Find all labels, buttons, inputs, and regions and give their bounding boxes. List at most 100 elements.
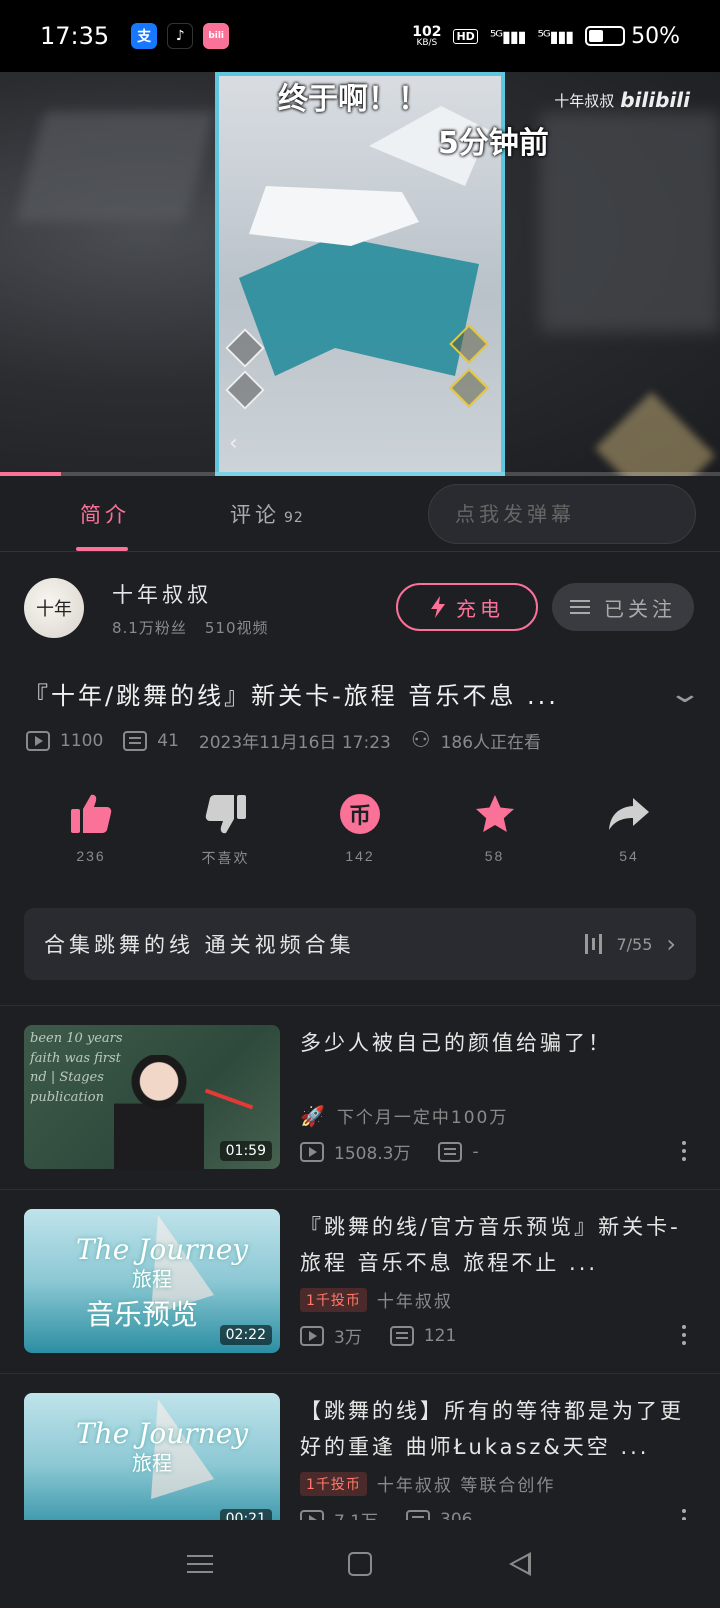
menu-icon xyxy=(187,1555,213,1573)
signal-icon: ⁵ᴳ▮▮▮ xyxy=(537,26,574,46)
danmaku-comment: 5分钟前 xyxy=(438,126,549,161)
tiktok-icon: ♪ xyxy=(167,23,194,49)
arrow-icon xyxy=(204,1088,254,1110)
video-duration: 00:21 xyxy=(219,1509,272,1520)
dislike-button[interactable]: 不喜欢 xyxy=(179,792,273,872)
system-nav-bar xyxy=(0,1520,720,1608)
game-hud-icon xyxy=(225,370,265,410)
uploader-name: 十年叔叔 xyxy=(112,582,212,607)
bilibili-icon: bili xyxy=(203,23,230,49)
video-watermark: 十年叔叔 bilibili xyxy=(554,88,690,112)
video-duration: 01:59 xyxy=(219,1141,272,1161)
watching-count: 186人正在看 xyxy=(440,733,542,753)
list-item[interactable]: The Journey 旅程 音乐预览 02:22 『跳舞的线/官方音乐预览』新… xyxy=(24,1209,696,1353)
battery-icon xyxy=(585,26,626,46)
video-duration: 02:22 xyxy=(219,1325,272,1345)
danmaku-comment: 终于啊！！ xyxy=(278,82,428,117)
more-options-icon[interactable] xyxy=(682,1509,686,1520)
bilibili-logo: bilibili xyxy=(620,88,690,112)
danmaku-count: 41 xyxy=(157,730,179,751)
star-icon xyxy=(474,792,516,836)
coin-badge: 1千投币 xyxy=(300,1287,367,1312)
game-back-icon: ‹ xyxy=(229,431,238,456)
divider xyxy=(0,1189,720,1190)
uploader-row: 十年 十年叔叔 8.1万粉丝 510视频 充电 已关注 xyxy=(24,578,696,638)
game-hud-icon xyxy=(225,328,265,368)
alipay-icon: 支 xyxy=(131,23,158,49)
chevron-right-icon: › xyxy=(666,930,676,958)
back-icon xyxy=(509,1552,531,1576)
danmaku-input[interactable] xyxy=(429,485,695,543)
rec-title: 『跳舞的线/官方音乐预览』新关卡-旅程 音乐不息 旅程不止 ... xyxy=(300,1215,681,1275)
battery-indicator: 50% xyxy=(585,24,680,49)
publish-date: 2023年11月16日 17:23 xyxy=(198,733,391,753)
status-bar: 17:35 支 ♪ bili 102 KB/S HD ⁵ᴳ▮▮▮ ⁵ᴳ▮▮▮ 5… xyxy=(0,0,720,72)
danmaku-count-icon xyxy=(389,1325,414,1346)
share-icon xyxy=(607,792,651,836)
tab-intro[interactable]: 简介 xyxy=(76,499,130,551)
list-item[interactable]: The Journey 旅程 00:21 【跳舞的线】所有的等待都是为了更好的重… xyxy=(24,1393,696,1520)
play-count-icon xyxy=(300,1141,324,1162)
thumbs-up-icon xyxy=(69,792,113,836)
action-bar: 236 不喜欢 币 142 58 54 xyxy=(24,792,696,872)
menu-icon xyxy=(570,600,590,614)
collection-title: 合集跳舞的线 通关视频合集 xyxy=(44,933,355,957)
rocket-icon: 🚀 xyxy=(300,1103,327,1128)
people-icon: ⚇ xyxy=(410,728,431,753)
video-title-row[interactable]: 『十年/跳舞的线』新关卡-旅程 音乐不息 ... ⌄ xyxy=(24,676,703,711)
collection-position: 7/55 xyxy=(616,934,653,954)
avatar[interactable]: 十年 xyxy=(24,578,84,638)
video-title: 『十年/跳舞的线』新关卡-旅程 音乐不息 ... xyxy=(24,682,559,710)
rec-author: 十年叔叔 等联合创作 xyxy=(376,1476,556,1496)
danmaku-count-icon xyxy=(123,730,148,751)
tab-comments[interactable]: 评论 92 xyxy=(230,499,304,529)
video-thumbnail[interactable]: The Journey 旅程 音乐预览 02:22 xyxy=(24,1209,280,1353)
playlist-icon xyxy=(585,934,603,954)
collection-card[interactable]: 合集跳舞的线 通关视频合集 7/55 › xyxy=(24,908,696,980)
like-button[interactable]: 236 xyxy=(44,792,138,872)
nav-back-button[interactable] xyxy=(495,1539,545,1589)
share-button[interactable]: 54 xyxy=(582,792,676,872)
more-options-icon[interactable] xyxy=(682,1325,686,1345)
video-count: 510视频 xyxy=(204,618,269,637)
coin-icon: 币 xyxy=(340,792,380,836)
uploader-info[interactable]: 十年叔叔 8.1万粉丝 510视频 xyxy=(112,579,269,638)
status-indicators: 102 KB/S HD ⁵ᴳ▮▮▮ ⁵ᴳ▮▮▮ 50% xyxy=(412,24,680,49)
favorite-button[interactable]: 58 xyxy=(448,792,542,872)
nav-home-button[interactable] xyxy=(335,1539,385,1589)
more-options-icon[interactable] xyxy=(682,1141,686,1161)
danmaku-count-icon xyxy=(438,1141,463,1162)
danmaku-input-box: 弹 xyxy=(428,484,696,544)
rec-title: 多少人被自己的颜值给骗了！ xyxy=(300,1031,612,1055)
danmaku-count-icon xyxy=(406,1509,431,1520)
video-player[interactable]: ‹ 终于啊！！ 5分钟前 十年叔叔 bilibili xyxy=(0,72,720,476)
rec-author: 十年叔叔 xyxy=(376,1292,453,1312)
view-count: 1100 xyxy=(60,730,104,751)
thumbs-down-icon xyxy=(204,792,248,836)
hd-voice-icon: HD xyxy=(453,28,478,44)
status-app-icons: 支 ♪ bili xyxy=(131,23,230,49)
charge-button[interactable]: 充电 xyxy=(396,583,538,631)
coin-badge: 1千投币 xyxy=(300,1471,367,1496)
chevron-down-icon[interactable]: ⌄ xyxy=(668,679,703,709)
rec-title: 【跳舞的线】所有的等待都是为了更好的重逢 曲师Łukasz&天空 ... xyxy=(300,1399,684,1459)
fans-count: 8.1万粉丝 xyxy=(112,618,187,637)
net-speed: 102 KB/S xyxy=(412,23,442,48)
list-item[interactable]: been 10 years faith was first nd | Stage… xyxy=(24,1025,696,1169)
status-time: 17:35 xyxy=(40,22,110,50)
list-clip: The Journey 旅程 00:21 【跳舞的线】所有的等待都是为了更好的重… xyxy=(0,1393,720,1520)
uploader-meta: 8.1万粉丝 510视频 xyxy=(112,617,269,638)
video-stats: 1100 41 2023年11月16日 17:23 ⚇ 186人正在看 xyxy=(26,728,541,753)
play-count-icon xyxy=(300,1509,324,1520)
signal-icon: ⁵ᴳ▮▮▮ xyxy=(489,26,527,46)
home-icon xyxy=(348,1552,372,1576)
play-count-icon xyxy=(26,730,50,751)
play-count-icon xyxy=(300,1325,324,1346)
video-thumbnail[interactable]: been 10 years faith was first nd | Stage… xyxy=(24,1025,280,1169)
rec-subtitle: 下个月一定中100万 xyxy=(336,1108,509,1128)
nav-menu-button[interactable] xyxy=(175,1539,225,1589)
divider xyxy=(0,1005,720,1006)
follow-button[interactable]: 已关注 xyxy=(552,583,694,631)
coin-button[interactable]: 币 142 xyxy=(313,792,407,872)
video-thumbnail[interactable]: The Journey 旅程 00:21 xyxy=(24,1393,280,1520)
